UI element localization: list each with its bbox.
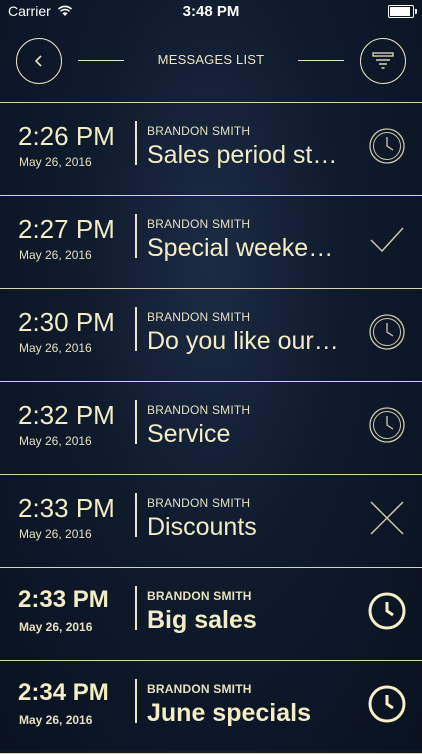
message-row[interactable]: 2:30 PM May 26, 2016 BRANDON SMITH Do you l… bbox=[0, 288, 422, 381]
row-divider bbox=[135, 493, 137, 537]
message-date: May 26, 2016 bbox=[19, 434, 92, 448]
row-divider bbox=[135, 679, 137, 723]
message-time: 2:26 PM bbox=[18, 121, 115, 151]
clock-icon bbox=[368, 313, 406, 351]
message-time: 2:27 PM bbox=[18, 214, 115, 244]
row-divider bbox=[135, 307, 137, 351]
header-divider-right bbox=[298, 60, 344, 61]
message-date: May 26, 2016 bbox=[19, 527, 92, 541]
message-sender: BRANDON SMITH bbox=[147, 496, 251, 510]
message-time: 2:32 PM bbox=[18, 400, 115, 430]
status-time: 3:48 PM bbox=[182, 2, 240, 20]
status-bar: Carrier 3:48 PM bbox=[0, 0, 422, 22]
message-date: May 26, 2016 bbox=[19, 248, 92, 262]
clock-icon bbox=[368, 685, 406, 723]
filter-icon bbox=[372, 52, 394, 69]
message-time: 2:34 PM bbox=[18, 679, 109, 706]
message-time: 2:33 PM bbox=[18, 586, 109, 613]
message-date: May 26, 2016 bbox=[19, 155, 92, 169]
message-row[interactable]: 2:27 PM May 26, 2016 BRANDON SMITH Special … bbox=[0, 195, 422, 288]
row-divider bbox=[135, 214, 137, 258]
message-subject: Service bbox=[147, 420, 231, 448]
message-sender: BRANDON SMITH bbox=[147, 310, 251, 324]
message-row[interactable]: 2:33 PM May 26, 2016 BRANDON SMITH Discount… bbox=[0, 474, 422, 567]
row-divider bbox=[135, 121, 137, 165]
message-subject: Big sales bbox=[147, 606, 257, 634]
message-sender: BRANDON SMITH bbox=[147, 589, 252, 603]
message-subject: Special weeken… bbox=[147, 234, 347, 262]
message-date: May 26, 2016 bbox=[19, 341, 92, 355]
message-date: May 26, 2016 bbox=[19, 620, 93, 634]
close-icon bbox=[368, 499, 406, 537]
message-subject: Do you like our… bbox=[147, 327, 339, 355]
clock-icon bbox=[368, 406, 406, 444]
message-time: 2:33 PM bbox=[18, 493, 115, 523]
row-divider bbox=[135, 586, 137, 630]
message-date: May 26, 2016 bbox=[19, 713, 93, 727]
header: MESSAGES LIST bbox=[0, 22, 422, 102]
message-subject: Sales period sta… bbox=[147, 141, 347, 169]
message-subject: June specials bbox=[147, 699, 311, 727]
row-divider bbox=[135, 400, 137, 444]
clock-icon bbox=[368, 592, 406, 630]
message-row[interactable]: 2:33 PM May 26, 2016 BRANDON SMITH Big sale… bbox=[0, 567, 422, 660]
messages-list: 2:26 PM May 26, 2016 BRANDON SMITH Sales pe… bbox=[0, 102, 422, 754]
message-sender: BRANDON SMITH bbox=[147, 403, 251, 417]
checkmark-icon bbox=[368, 220, 406, 258]
message-row[interactable]: 2:32 PM May 26, 2016 BRANDON SMITH Service bbox=[0, 381, 422, 474]
battery-icon bbox=[388, 4, 417, 18]
message-sender: BRANDON SMITH bbox=[147, 124, 251, 138]
filter-button[interactable] bbox=[360, 38, 406, 84]
message-row[interactable]: 2:26 PM May 26, 2016 BRANDON SMITH Sales pe… bbox=[0, 102, 422, 195]
message-subject: Discounts bbox=[147, 513, 257, 541]
message-sender: BRANDON SMITH bbox=[147, 217, 251, 231]
clock-icon bbox=[368, 127, 406, 165]
message-time: 2:30 PM bbox=[18, 307, 115, 337]
message-row[interactable]: 2:34 PM May 26, 2016 BRANDON SMITH June spe… bbox=[0, 660, 422, 754]
page-title: MESSAGES LIST bbox=[157, 52, 265, 67]
message-sender: BRANDON SMITH bbox=[147, 682, 252, 696]
